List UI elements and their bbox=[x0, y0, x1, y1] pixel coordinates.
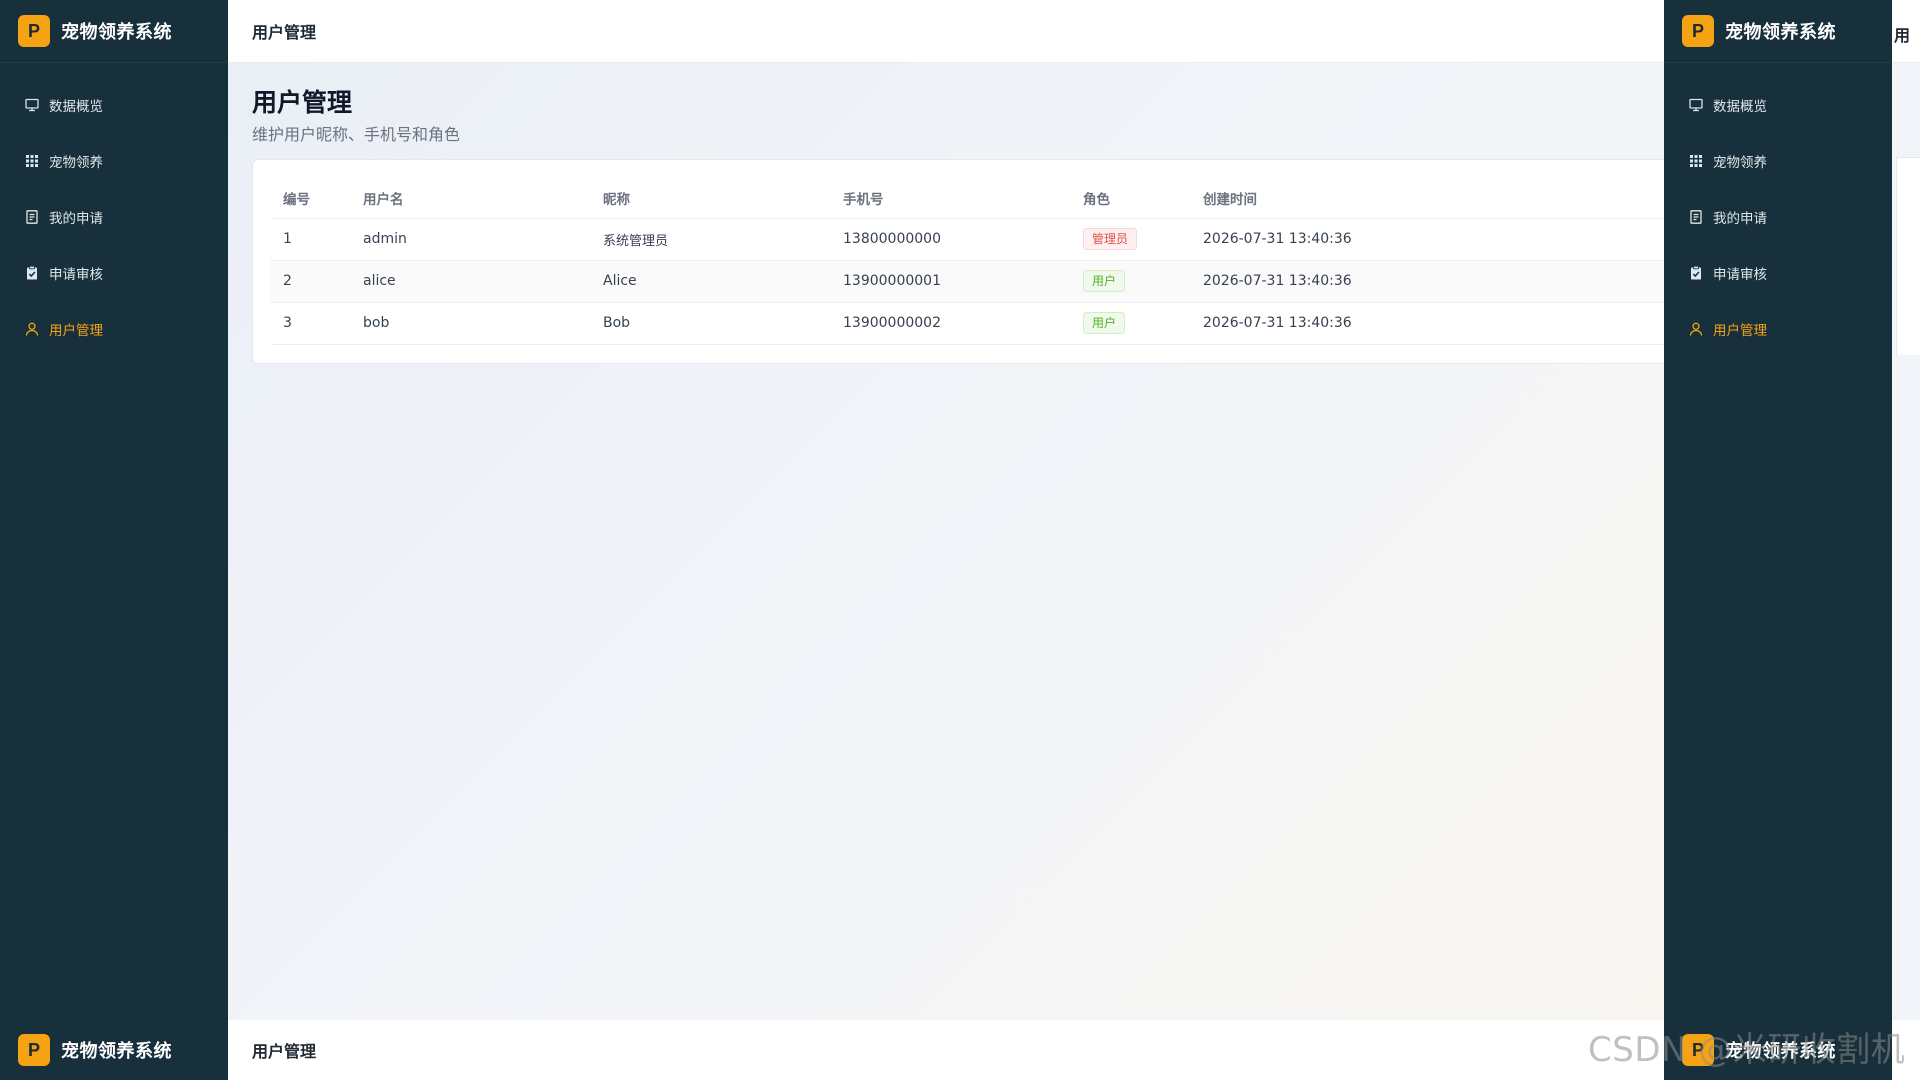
cell-created: 2026-07-31 13:40:36 bbox=[1191, 218, 1673, 261]
sidebar-menu: 数据概览 宠物领养 我的申请 申请审核 用户管理 bbox=[1664, 63, 1892, 357]
monitor-icon bbox=[1688, 97, 1704, 113]
sidebar-item-review[interactable]: 申请审核 bbox=[1664, 245, 1892, 301]
cell-role: 用户 bbox=[1071, 302, 1191, 345]
sidebar: P 宠物领养系统 数据概览 宠物领养 我的申请 申请审核 用户管理 bbox=[0, 0, 228, 1020]
watermark-text: CSDN @米研收割机 bbox=[1588, 1030, 1906, 1070]
duplicate-table-card-edge bbox=[1896, 157, 1920, 355]
cell-id: 1 bbox=[271, 218, 351, 261]
table-row[interactable]: 3 bob Bob 13900000002 用户 2026-07-31 13:4… bbox=[271, 302, 1673, 345]
cell-id: 3 bbox=[271, 302, 351, 345]
table-header-row: 编号 用户名 昵称 手机号 角色 创建时间 bbox=[271, 178, 1673, 219]
monitor-icon bbox=[24, 97, 40, 113]
column-header-created[interactable]: 创建时间 bbox=[1191, 178, 1673, 219]
cell-phone: 13900000002 bbox=[831, 302, 1071, 345]
top-header: 用户管理 bbox=[228, 0, 1664, 63]
app-window-duplicate: P 宠物领养系统 数据概览 宠物领养 我的申请 申请审核 用户管理 用 bbox=[1664, 0, 1920, 1020]
sidebar-item-users[interactable]: 用户管理 bbox=[0, 301, 228, 357]
sidebar-item-dashboard[interactable]: 数据概览 bbox=[1664, 77, 1892, 133]
duplicate-content-peek: 用 bbox=[1892, 0, 1920, 1020]
table-row[interactable]: 1 admin 系统管理员 13800000000 管理员 2026-07-31… bbox=[271, 218, 1673, 261]
sidebar-item-label: 宠物领养 bbox=[1713, 155, 1767, 171]
brand-logo: P bbox=[1682, 15, 1714, 47]
brand-title: 宠物领养系统 bbox=[1725, 22, 1836, 43]
cell-role: 用户 bbox=[1071, 260, 1191, 303]
sidebar-item-label: 用户管理 bbox=[1713, 323, 1767, 339]
page-title: 用户管理 bbox=[252, 88, 353, 117]
column-header-id[interactable]: 编号 bbox=[271, 178, 351, 219]
document-icon bbox=[1688, 209, 1704, 225]
main-content: 用户管理 维护用户昵称、手机号和角色 编号 用户名 昵称 手机号 角色 创建时间 bbox=[228, 63, 1673, 1020]
duplicate-header-fragment: 用 bbox=[1892, 0, 1920, 63]
table-row[interactable]: 2 alice Alice 13900000001 用户 2026-07-31 … bbox=[271, 260, 1673, 303]
brand[interactable]: P 宠物领养系统 bbox=[1664, 0, 1892, 63]
column-header-phone[interactable]: 手机号 bbox=[831, 178, 1071, 219]
sidebar-item-label: 用户管理 bbox=[49, 323, 103, 339]
brand-logo: P bbox=[18, 15, 50, 47]
cell-phone: 13900000001 bbox=[831, 260, 1071, 303]
sidebar-item-label: 宠物领养 bbox=[49, 155, 103, 171]
brand-title: 宠物领养系统 bbox=[61, 1041, 172, 1062]
cell-username: admin bbox=[351, 218, 591, 261]
cell-nickname: Alice bbox=[591, 260, 831, 303]
column-header-role[interactable]: 角色 bbox=[1071, 178, 1191, 219]
grid-icon bbox=[24, 153, 40, 169]
sidebar-item-label: 数据概览 bbox=[1713, 99, 1767, 115]
cell-created: 2026-07-31 13:40:36 bbox=[1191, 260, 1673, 303]
column-header-username[interactable]: 用户名 bbox=[351, 178, 591, 219]
sidebar-item-review[interactable]: 申请审核 bbox=[0, 245, 228, 301]
bottom-header: 用户管理 bbox=[228, 1020, 1664, 1080]
cell-created: 2026-07-31 13:40:36 bbox=[1191, 302, 1673, 345]
sidebar-menu: 数据概览 宠物领养 我的申请 申请审核 用户管理 bbox=[0, 63, 228, 357]
sidebar-item-my-applications[interactable]: 我的申请 bbox=[0, 189, 228, 245]
bottom-sidebar: P 宠物领养系统 bbox=[0, 1020, 228, 1080]
grid-icon bbox=[1688, 153, 1704, 169]
user-icon bbox=[24, 321, 40, 337]
sidebar-item-my-applications[interactable]: 我的申请 bbox=[1664, 189, 1892, 245]
sidebar-item-label: 我的申请 bbox=[1713, 211, 1767, 227]
sidebar-item-dashboard[interactable]: 数据概览 bbox=[0, 77, 228, 133]
page-subtitle: 维护用户昵称、手机号和角色 bbox=[252, 125, 461, 144]
column-header-nickname[interactable]: 昵称 bbox=[591, 178, 831, 219]
brand-logo: P bbox=[18, 1034, 50, 1066]
sidebar-item-label: 申请审核 bbox=[1713, 267, 1767, 283]
user-table-card: 编号 用户名 昵称 手机号 角色 创建时间 1 admin 系统管理员 1380… bbox=[252, 159, 1673, 364]
cell-username: bob bbox=[351, 302, 591, 345]
role-badge-user: 用户 bbox=[1083, 312, 1126, 334]
app-window-main: P 宠物领养系统 数据概览 宠物领养 我的申请 申请审核 用户管理 用户管理 用… bbox=[0, 0, 1673, 1020]
sidebar-item-users[interactable]: 用户管理 bbox=[1664, 301, 1892, 357]
sidebar-duplicate: P 宠物领养系统 数据概览 宠物领养 我的申请 申请审核 用户管理 bbox=[1664, 0, 1892, 1020]
header-title: 用户管理 bbox=[252, 23, 317, 42]
sidebar-item-adoption[interactable]: 宠物领养 bbox=[0, 133, 228, 189]
brand-title: 宠物领养系统 bbox=[61, 22, 172, 43]
clipboard-check-icon bbox=[24, 265, 40, 281]
sidebar-item-label: 我的申请 bbox=[49, 211, 103, 227]
brand[interactable]: P 宠物领养系统 bbox=[0, 0, 228, 63]
brand[interactable]: P 宠物领养系统 bbox=[0, 1020, 228, 1080]
role-badge-admin: 管理员 bbox=[1083, 228, 1138, 250]
role-badge-user: 用户 bbox=[1083, 270, 1126, 292]
sidebar-item-label: 数据概览 bbox=[49, 99, 103, 115]
document-icon bbox=[24, 209, 40, 225]
sidebar-item-label: 申请审核 bbox=[49, 267, 103, 283]
cell-phone: 13800000000 bbox=[831, 218, 1071, 261]
cell-nickname: Bob bbox=[591, 302, 831, 345]
cell-id: 2 bbox=[271, 260, 351, 303]
clipboard-check-icon bbox=[1688, 265, 1704, 281]
user-table: 编号 用户名 昵称 手机号 角色 创建时间 1 admin 系统管理员 1380… bbox=[271, 178, 1673, 345]
user-icon bbox=[1688, 321, 1704, 337]
cell-nickname: 系统管理员 bbox=[591, 218, 831, 261]
duplicate-content-area bbox=[1892, 63, 1920, 1020]
cell-username: alice bbox=[351, 260, 591, 303]
sidebar-item-adoption[interactable]: 宠物领养 bbox=[1664, 133, 1892, 189]
header-title: 用户管理 bbox=[252, 1042, 317, 1061]
cell-role: 管理员 bbox=[1071, 218, 1191, 261]
